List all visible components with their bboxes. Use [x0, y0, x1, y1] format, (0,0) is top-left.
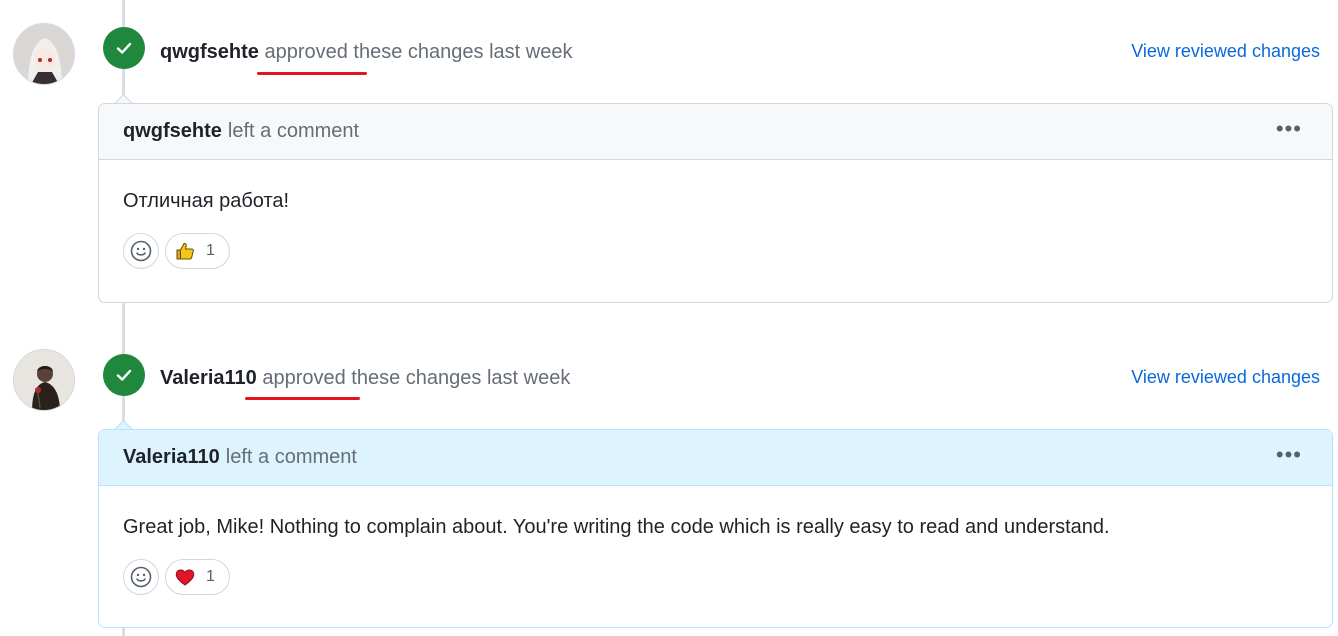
reaction-count: 1: [206, 242, 215, 259]
reviewer-name[interactable]: Valeria110: [160, 367, 257, 389]
thumbs-up-reaction[interactable]: 1: [165, 233, 230, 269]
smiley-icon: [130, 240, 152, 262]
check-icon: [116, 369, 132, 381]
comment-action: left a comment: [225, 446, 357, 468]
review-event: Valeria110 approved these changes last w…: [160, 365, 570, 391]
check-icon: [116, 42, 132, 54]
smiley-icon: [130, 566, 152, 588]
review-status: approved these changes last week: [264, 41, 573, 63]
comment-header: Valeria110 left a comment •••: [99, 430, 1332, 486]
avatar[interactable]: [13, 23, 75, 85]
review-comment: Valeria110 left a comment ••• Great job,…: [98, 429, 1333, 628]
reaction-count: 1: [206, 568, 215, 585]
heart-icon: [175, 569, 195, 586]
comment-author[interactable]: Valeria110: [123, 446, 220, 469]
avatar[interactable]: [13, 349, 75, 411]
add-reaction-button[interactable]: [123, 233, 159, 269]
review-event: qwgfsehte approved these changes last we…: [160, 39, 572, 65]
review-comment: qwgfsehte left a comment ••• Отличная ра…: [98, 103, 1333, 303]
comment-action: left a comment: [227, 120, 360, 142]
comment-header: qwgfsehte left a comment •••: [99, 104, 1332, 160]
thumbs-up-icon: [176, 242, 194, 260]
reactions-bar: 1: [99, 541, 1332, 595]
comment-author[interactable]: qwgfsehte: [123, 120, 222, 143]
comment-body: Отличная работа!: [123, 190, 290, 212]
approved-badge: [103, 354, 145, 396]
comment-body: Great job, Mike! Nothing to complain abo…: [123, 516, 1110, 538]
annotation-underline: [245, 397, 360, 400]
reviewer-name[interactable]: qwgfsehte: [160, 41, 259, 63]
more-options-icon[interactable]: •••: [1276, 444, 1302, 466]
reactions-bar: 1: [99, 215, 1332, 269]
view-reviewed-changes-link[interactable]: View reviewed changes: [1131, 367, 1320, 388]
view-reviewed-changes-link[interactable]: View reviewed changes: [1131, 41, 1320, 62]
annotation-underline: [257, 72, 367, 75]
approved-badge: [103, 27, 145, 69]
review-status: approved these changes last week: [262, 367, 571, 389]
more-options-icon[interactable]: •••: [1276, 118, 1302, 140]
heart-reaction[interactable]: 1: [165, 559, 230, 595]
add-reaction-button[interactable]: [123, 559, 159, 595]
